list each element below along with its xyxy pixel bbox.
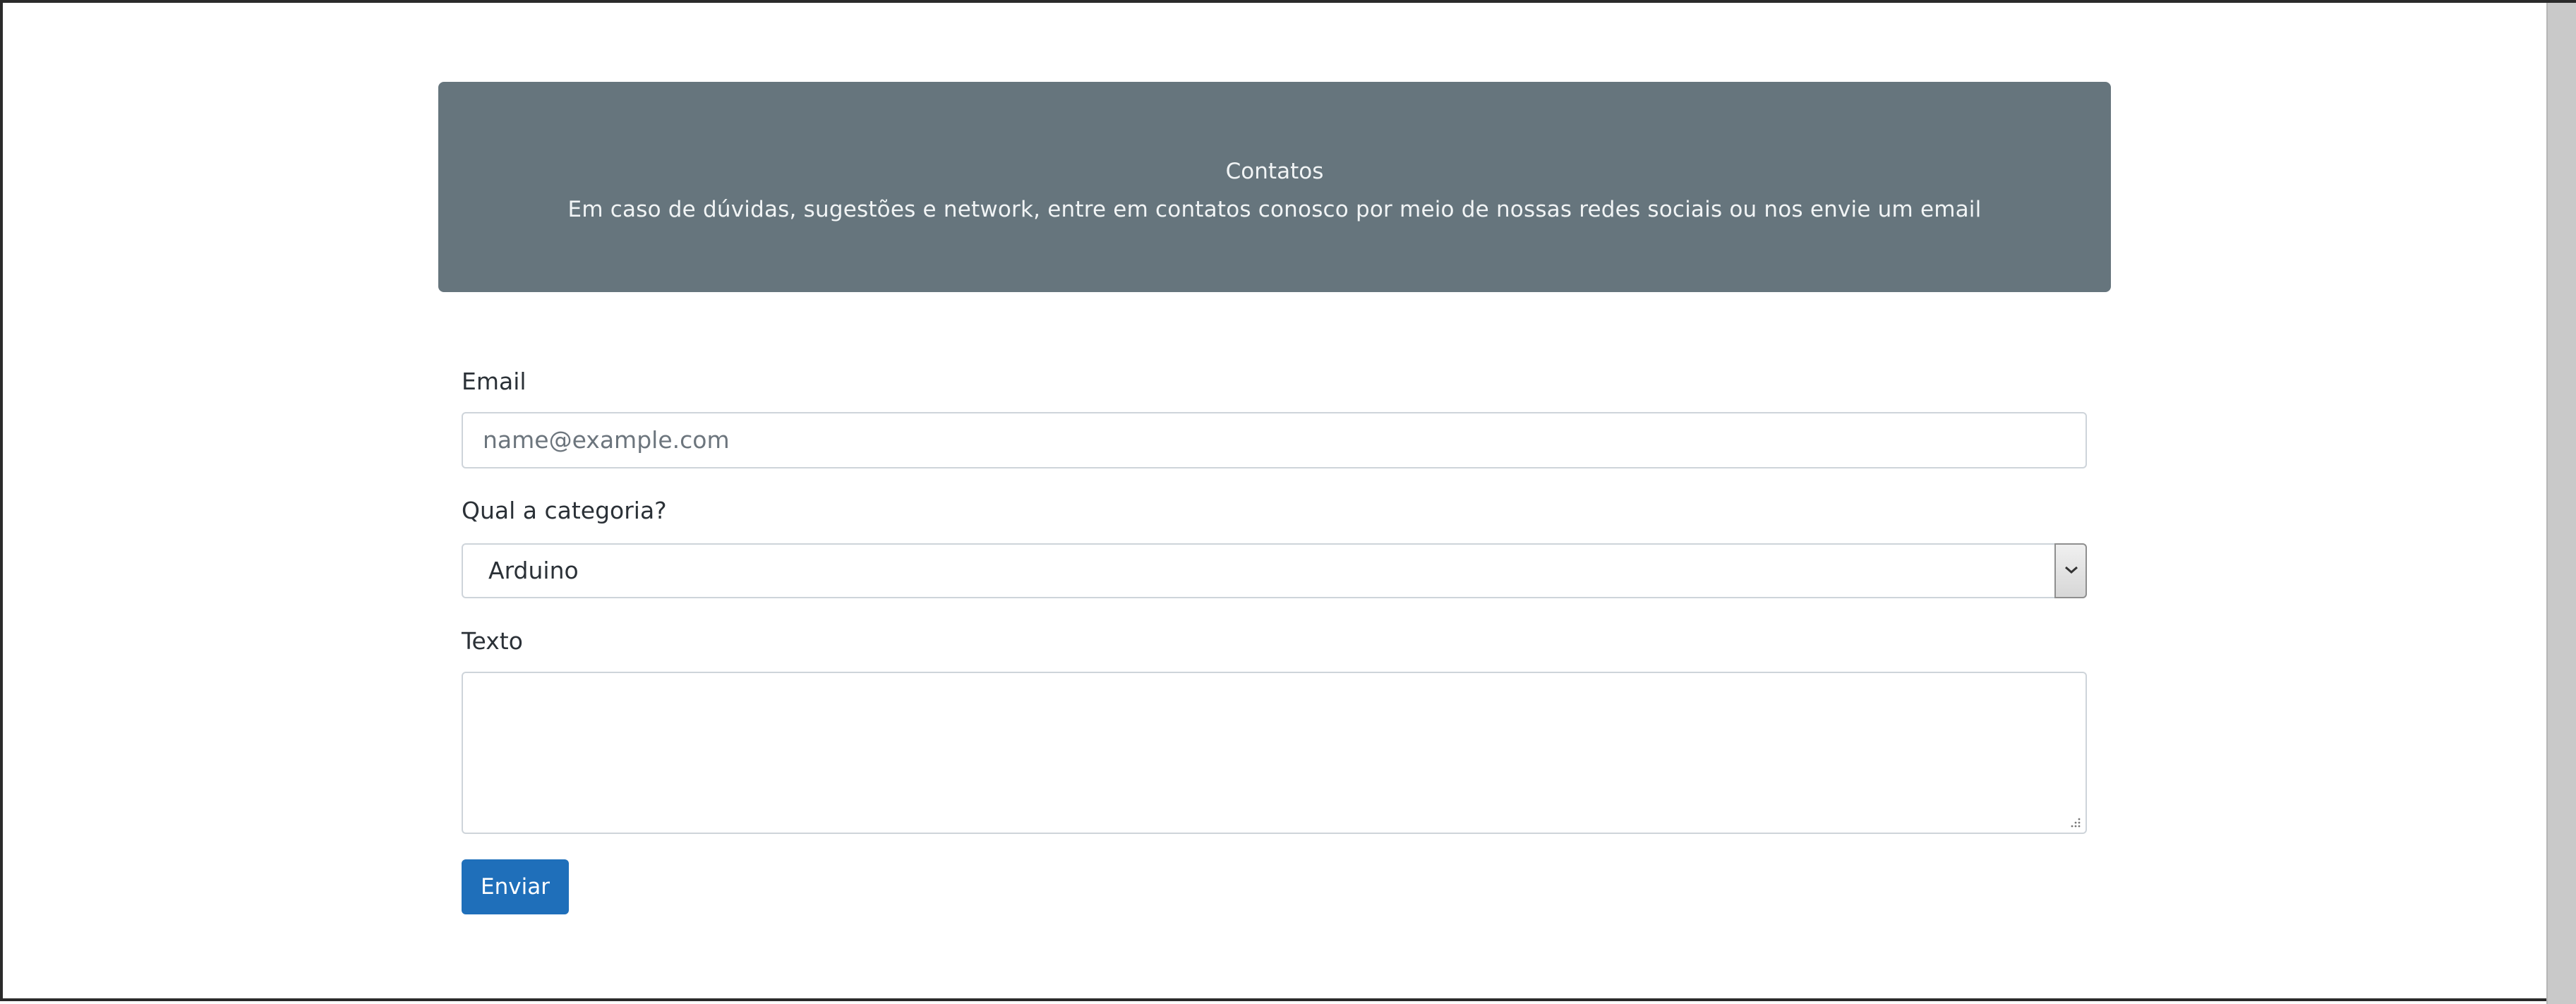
chevron-down-icon [2065, 566, 2078, 574]
category-label: Qual a categoria? [462, 497, 667, 524]
submit-button[interactable]: Enviar [462, 859, 569, 914]
vertical-scrollbar[interactable] [2546, 3, 2576, 1004]
select-dropdown-button[interactable] [2054, 543, 2087, 598]
browser-viewport: Contatos Em caso de dúvidas, sugestões e… [0, 0, 2576, 1004]
email-field[interactable]: name@example.com [462, 412, 2087, 468]
category-select[interactable]: Arduino [462, 543, 2087, 598]
text-label: Texto [462, 627, 523, 655]
resize-grip-icon[interactable] [2070, 817, 2081, 828]
email-label: Email [462, 368, 526, 395]
banner-title: Contatos [1225, 159, 1324, 184]
banner-description: Em caso de dúvidas, sugestões e network,… [567, 197, 1982, 222]
text-area[interactable] [462, 672, 2087, 834]
email-placeholder: name@example.com [483, 426, 730, 454]
contact-banner: Contatos Em caso de dúvidas, sugestões e… [438, 82, 2111, 292]
category-selected-value: Arduino [488, 557, 579, 584]
